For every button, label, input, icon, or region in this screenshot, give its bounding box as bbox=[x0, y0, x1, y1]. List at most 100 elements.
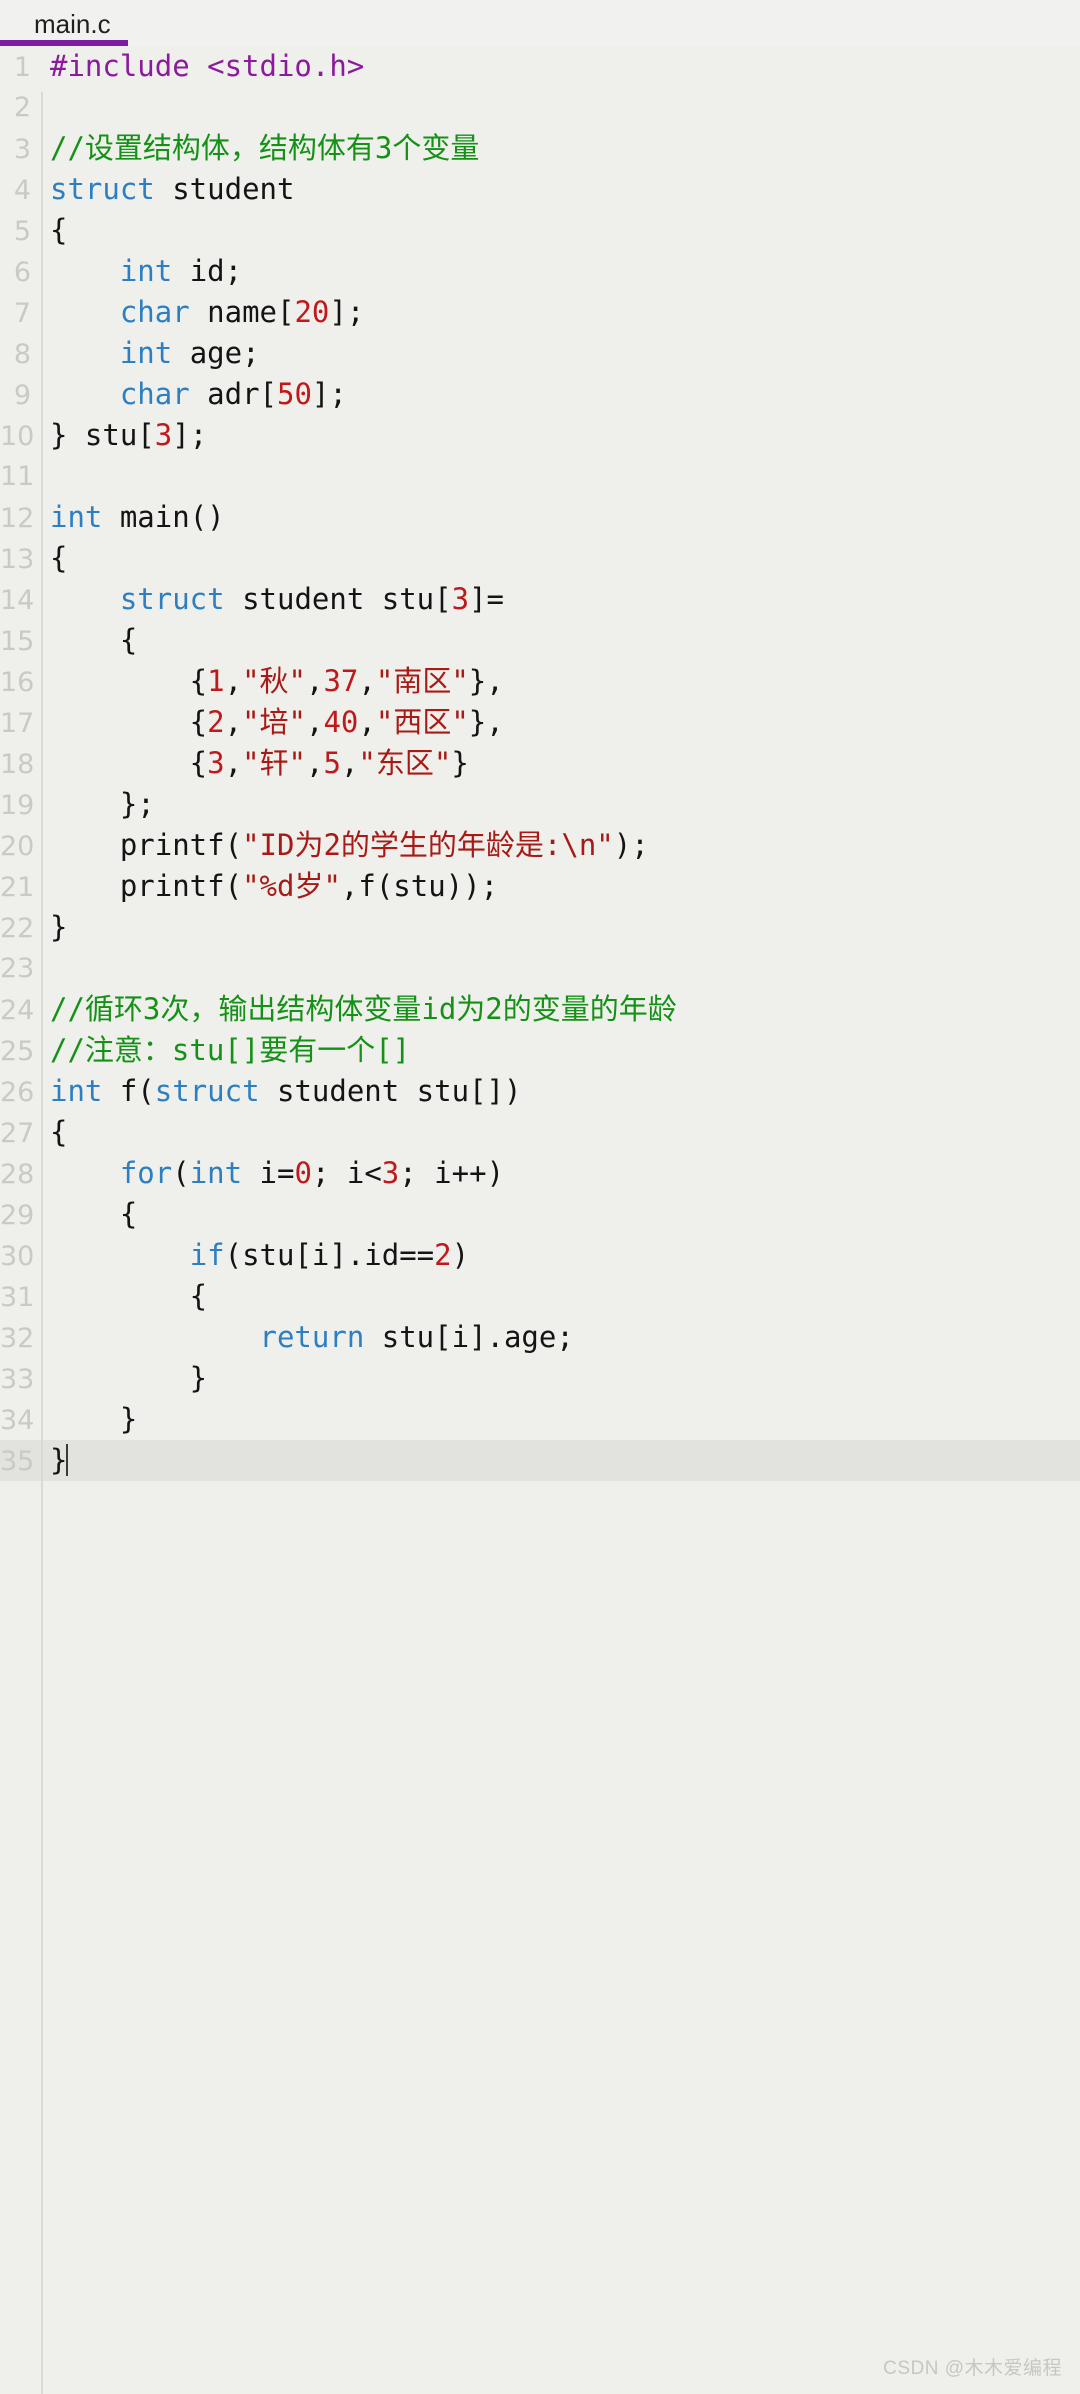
code-line[interactable]: 19 }; bbox=[0, 784, 1080, 825]
code-text[interactable]: printf("ID为2的学生的年龄是:\n"); bbox=[40, 825, 1080, 866]
code-line[interactable]: 2 bbox=[0, 87, 1080, 128]
token-pln: }, bbox=[468, 705, 504, 739]
code-line[interactable]: 16 {1,"秋",37,"南区"}, bbox=[0, 661, 1080, 702]
token-pln: adr[ bbox=[189, 377, 277, 411]
token-num: 3 bbox=[381, 1156, 400, 1190]
code-line[interactable]: 22} bbox=[0, 907, 1080, 948]
code-line[interactable]: 1 #include <stdio.h> bbox=[0, 46, 1080, 87]
token-kw: int bbox=[119, 254, 173, 288]
token-kw: char bbox=[119, 377, 190, 411]
code-text[interactable]: { bbox=[40, 1112, 1080, 1153]
code-text[interactable]: } bbox=[40, 1358, 1080, 1399]
tab-main-c[interactable]: main.c bbox=[0, 0, 133, 42]
code-text[interactable]: #include <stdio.h> bbox=[40, 46, 1080, 87]
token-kw: int bbox=[50, 500, 103, 534]
code-text[interactable]: { bbox=[40, 1194, 1080, 1235]
line-number: 32 bbox=[0, 1323, 35, 1354]
code-line[interactable]: 10} stu[3]; bbox=[0, 415, 1080, 456]
code-line[interactable]: 28 for(int i=0; i<3; i++) bbox=[0, 1153, 1080, 1194]
token-pln: , bbox=[224, 664, 243, 698]
token-pln: { bbox=[50, 541, 68, 575]
token-pln: { bbox=[50, 213, 68, 247]
token-pln bbox=[50, 1238, 190, 1272]
token-pln: ) bbox=[451, 1238, 470, 1272]
code-text[interactable]: { bbox=[40, 538, 1080, 579]
code-line[interactable]: 12 int main() bbox=[0, 497, 1080, 538]
code-line[interactable]: 3 //设置结构体，结构体有3个变量 bbox=[0, 128, 1080, 169]
code-text[interactable]: {3,"轩",5,"东区"} bbox=[40, 743, 1080, 784]
code-line[interactable]: 17 {2,"培",40,"西区"}, bbox=[0, 702, 1080, 743]
token-pln: , bbox=[224, 746, 243, 780]
code-text[interactable]: { bbox=[40, 210, 1080, 251]
code-line[interactable]: 24 //循环3次，输出结构体变量id为2的变量的年龄 bbox=[0, 989, 1080, 1030]
token-kw: int bbox=[119, 336, 173, 370]
code-line[interactable]: 5{ bbox=[0, 210, 1080, 251]
code-line[interactable]: 4 struct student bbox=[0, 169, 1080, 210]
code-line[interactable]: 8 int age; bbox=[0, 333, 1080, 374]
code-text[interactable]: {2,"培",40,"西区"}, bbox=[40, 702, 1080, 743]
code-editor[interactable]: 1 #include <stdio.h> 2 3//设置结构体，结构体有3个变量 4st… bbox=[0, 46, 1080, 2394]
line-number: 12 bbox=[0, 503, 35, 534]
code-text[interactable]: } bbox=[40, 1399, 1080, 1440]
token-pln: { bbox=[50, 664, 208, 698]
code-text[interactable]: char name[20]; bbox=[40, 292, 1080, 333]
code-text[interactable]: struct student bbox=[40, 169, 1080, 210]
token-kw: for bbox=[119, 1156, 173, 1190]
code-text[interactable]: struct student stu[3]= bbox=[40, 579, 1080, 620]
code-text[interactable]: char adr[50]; bbox=[40, 374, 1080, 415]
code-line[interactable]: 13 { bbox=[0, 538, 1080, 579]
token-str: "%d岁" bbox=[242, 869, 341, 903]
code-text[interactable]: int id; bbox=[40, 251, 1080, 292]
code-line[interactable]: 29 { bbox=[0, 1194, 1080, 1235]
gutter-divider bbox=[41, 92, 43, 2394]
code-line[interactable]: 18 {3,"轩",5,"东区"} bbox=[0, 743, 1080, 784]
token-str: "轩" bbox=[242, 746, 306, 780]
token-pln: , bbox=[340, 746, 359, 780]
code-line[interactable]: 31 { bbox=[0, 1276, 1080, 1317]
code-line[interactable]: 11 bbox=[0, 456, 1080, 497]
token-pln: { bbox=[50, 746, 208, 780]
code-text[interactable]: //循环3次，输出结构体变量id为2的变量的年龄 bbox=[40, 989, 1080, 1030]
code-text[interactable]: } bbox=[40, 907, 1080, 948]
code-text[interactable]: int f(struct student stu[]) bbox=[40, 1071, 1080, 1112]
line-number: 25 bbox=[0, 1036, 35, 1067]
line-number: 13 bbox=[0, 544, 35, 575]
code-text[interactable]: }; bbox=[40, 784, 1080, 825]
code-text[interactable]: if(stu[i].id==2) bbox=[40, 1235, 1080, 1276]
code-text[interactable]: { bbox=[40, 620, 1080, 661]
code-line[interactable]: 9 char adr[50]; bbox=[0, 374, 1080, 415]
code-line[interactable]: 32 return stu[i].age; bbox=[0, 1317, 1080, 1358]
code-line[interactable]: 6 int id; bbox=[0, 251, 1080, 292]
token-kw: int bbox=[50, 1074, 103, 1108]
token-com: //注意：stu[]要有一个[] bbox=[50, 1033, 411, 1067]
code-line[interactable]: 33 } bbox=[0, 1358, 1080, 1399]
code-line[interactable]: 26 int f(struct student stu[]) bbox=[0, 1071, 1080, 1112]
code-line[interactable]: 34 } bbox=[0, 1399, 1080, 1440]
code-text[interactable]: } bbox=[40, 1440, 1080, 1481]
code-line[interactable]: 7 char name[20]; bbox=[0, 292, 1080, 333]
code-text[interactable]: //设置结构体，结构体有3个变量 bbox=[40, 128, 1080, 169]
code-text[interactable]: } stu[3]; bbox=[40, 415, 1080, 456]
code-line[interactable]: 14 struct student stu[3]= bbox=[0, 579, 1080, 620]
token-num: 37 bbox=[323, 664, 359, 698]
code-line[interactable]: 21 printf("%d岁",f(stu)); bbox=[0, 866, 1080, 907]
code-text[interactable]: //注意：stu[]要有一个[] bbox=[40, 1030, 1080, 1071]
token-num: 5 bbox=[323, 746, 341, 780]
code-line[interactable]: 25 //注意：stu[]要有一个[] bbox=[0, 1030, 1080, 1071]
line-number: 31 bbox=[0, 1282, 35, 1313]
code-line[interactable]: 30 if(stu[i].id==2) bbox=[0, 1235, 1080, 1276]
code-text[interactable]: for(int i=0; i<3; i++) bbox=[40, 1153, 1080, 1194]
code-text[interactable]: return stu[i].age; bbox=[40, 1317, 1080, 1358]
code-line[interactable]: 35} bbox=[0, 1440, 1080, 1481]
code-line[interactable]: 23 bbox=[0, 948, 1080, 989]
token-pln: , bbox=[306, 746, 324, 780]
code-text[interactable]: printf("%d岁",f(stu)); bbox=[40, 866, 1080, 907]
code-line[interactable]: 20 printf("ID为2的学生的年龄是:\n"); bbox=[0, 825, 1080, 866]
token-com: //循环3次，输出结构体变量id为2的变量的年龄 bbox=[50, 992, 677, 1026]
code-text[interactable]: int age; bbox=[40, 333, 1080, 374]
code-text[interactable]: {1,"秋",37,"南区"}, bbox=[40, 661, 1080, 702]
code-text[interactable]: { bbox=[40, 1276, 1080, 1317]
code-text[interactable]: int main() bbox=[40, 497, 1080, 538]
code-line[interactable]: 15 { bbox=[0, 620, 1080, 661]
code-line[interactable]: 27 { bbox=[0, 1112, 1080, 1153]
